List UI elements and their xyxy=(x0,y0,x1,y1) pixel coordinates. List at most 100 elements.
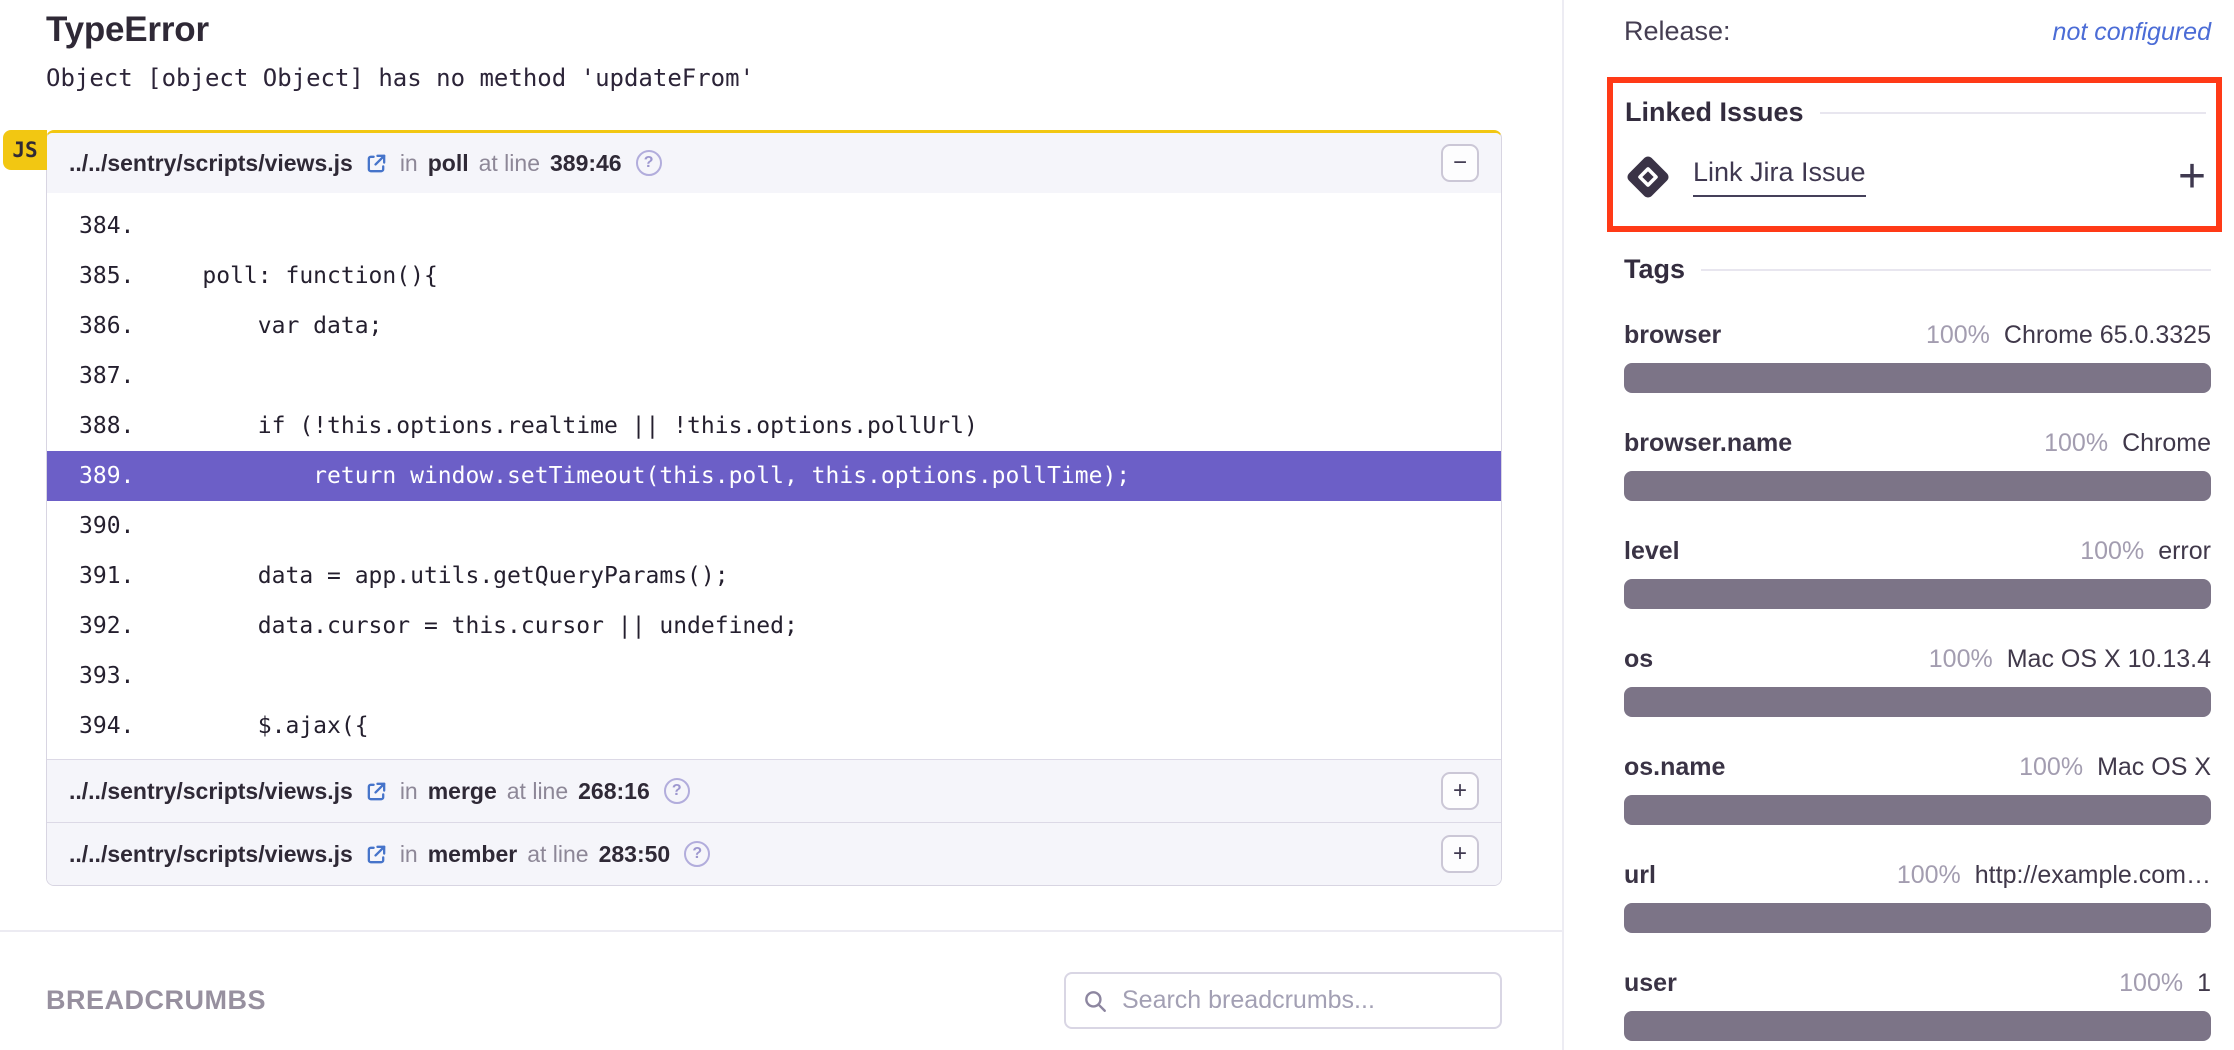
frame-lineno: 268:16 xyxy=(578,778,650,805)
linked-issues-header: Linked Issues xyxy=(1625,97,2206,128)
tag-row-os: os 100%Mac OS X 10.13.4 xyxy=(1624,645,2211,717)
frame-function: merge xyxy=(428,778,497,805)
line-number: 391. xyxy=(47,563,147,589)
tag-distribution-bar xyxy=(1624,471,2211,501)
expand-frame-button[interactable]: + xyxy=(1441,772,1479,810)
search-input[interactable] xyxy=(1120,985,1484,1016)
tag-percent: 100% xyxy=(2119,969,2183,998)
link-jira-issue-link[interactable]: Link Jira Issue xyxy=(1693,157,1866,197)
tag-key: level xyxy=(1624,537,1680,566)
tag-percent: 100% xyxy=(2044,429,2108,458)
tag-percent: 100% xyxy=(2019,753,2083,782)
frame-in-label: in xyxy=(400,778,418,805)
expand-frame-button[interactable]: + xyxy=(1441,835,1479,873)
frame-filename: ../../sentry/scripts/views.js xyxy=(69,778,353,805)
frame-function: member xyxy=(428,841,517,868)
tag-key: url xyxy=(1624,861,1656,890)
stacktrace-box: JS ../../sentry/scripts/views.js in poll… xyxy=(46,130,1502,886)
section-divider xyxy=(0,930,1562,932)
line-number: 390. xyxy=(47,513,147,539)
tag-key: os xyxy=(1624,645,1653,674)
tag-value: Chrome 65.0.3325 xyxy=(2004,321,2211,350)
platform-js-badge: JS xyxy=(3,130,47,170)
release-not-configured-link[interactable]: not configured xyxy=(2053,18,2211,47)
section-rule xyxy=(1701,269,2211,271)
tag-distribution-bar xyxy=(1624,903,2211,933)
line-number: 387. xyxy=(47,363,147,389)
tag-distribution-bar xyxy=(1624,687,2211,717)
tag-key: browser xyxy=(1624,321,1721,350)
annotation-highlight-box: Linked Issues Link Jira Issue + xyxy=(1607,77,2222,232)
frame-function: poll xyxy=(428,150,469,177)
help-icon[interactable]: ? xyxy=(664,778,690,804)
help-icon[interactable]: ? xyxy=(684,841,710,867)
frame-header-poll[interactable]: ../../sentry/scripts/views.js in poll at… xyxy=(47,133,1501,193)
code-line: 384. xyxy=(47,201,1501,251)
line-number: 384. xyxy=(47,213,147,239)
line-number: 388. xyxy=(47,413,147,439)
external-link-icon[interactable] xyxy=(365,152,388,175)
tag-value: error xyxy=(2158,537,2211,566)
search-icon xyxy=(1082,988,1108,1014)
section-rule xyxy=(1820,112,2206,114)
jira-icon xyxy=(1625,154,1671,200)
breadcrumbs-title: BREADCRUMBS xyxy=(46,985,266,1016)
tag-distribution-bar xyxy=(1624,1011,2211,1041)
breadcrumbs-search[interactable] xyxy=(1064,972,1502,1029)
tag-distribution-bar xyxy=(1624,795,2211,825)
tag-row-url: url 100% http://example.com… xyxy=(1624,861,2211,933)
tag-distribution-bar xyxy=(1624,579,2211,609)
line-number: 394. xyxy=(47,713,147,739)
code-text: return window.setTimeout(this.poll, this… xyxy=(147,463,1130,489)
tag-distribution-bar xyxy=(1624,363,2211,393)
line-number: 389. xyxy=(47,463,147,489)
code-text: poll: function(){ xyxy=(147,263,438,289)
frame-header-member[interactable]: ../../sentry/scripts/views.js in member … xyxy=(47,822,1501,885)
tag-percent: 100% xyxy=(1897,861,1961,890)
frame-atline-label: at line xyxy=(507,778,568,805)
code-line: 390. xyxy=(47,501,1501,551)
external-link-icon[interactable] xyxy=(365,843,388,866)
tag-row-browser-name: browser.name 100%Chrome xyxy=(1624,429,2211,501)
tag-key: user xyxy=(1624,969,1677,998)
frame-lineno: 389:46 xyxy=(550,150,622,177)
code-line: 385. poll: function(){ xyxy=(47,251,1501,301)
frame-atline-label: at line xyxy=(527,841,588,868)
frame-atline-label: at line xyxy=(479,150,540,177)
code-text: var data; xyxy=(147,313,382,339)
frame-in-label: in xyxy=(400,841,418,868)
tags-title: Tags xyxy=(1624,254,1685,285)
tag-value: http://example.com… xyxy=(1975,861,2211,890)
line-number: 386. xyxy=(47,313,147,339)
release-label: Release: xyxy=(1624,16,1731,47)
link-jira-issue-row: Link Jira Issue + xyxy=(1625,154,2206,200)
exception-message: Object [object Object] has no method 'up… xyxy=(46,62,1502,94)
frame-header-merge[interactable]: ../../sentry/scripts/views.js in merge a… xyxy=(47,759,1501,822)
tags-section: Tags browser 100% Chrome 65.0.3325 browse… xyxy=(1624,254,2211,1041)
source-context: 384. 385. poll: function(){ 386. var dat… xyxy=(47,193,1501,759)
frame-in-label: in xyxy=(400,150,418,177)
tag-row-level: level 100%error xyxy=(1624,537,2211,609)
code-text: if (!this.options.realtime || !this.opti… xyxy=(147,413,978,439)
frame-lineno: 283:50 xyxy=(599,841,671,868)
code-line: 391. data = app.utils.getQueryParams(); xyxy=(47,551,1501,601)
linked-issues-title: Linked Issues xyxy=(1625,97,1804,128)
collapse-frame-button[interactable]: − xyxy=(1441,144,1479,182)
tag-value: Mac OS X 10.13.4 xyxy=(2007,645,2211,674)
tag-row-user: user 100%1 xyxy=(1624,969,2211,1041)
line-number: 392. xyxy=(47,613,147,639)
frame-filename: ../../sentry/scripts/views.js xyxy=(69,841,353,868)
tag-value: Mac OS X xyxy=(2097,753,2211,782)
release-row: Release: not configured xyxy=(1624,16,2211,47)
help-icon[interactable]: ? xyxy=(636,150,662,176)
line-number: 393. xyxy=(47,663,147,689)
tag-row-browser: browser 100% Chrome 65.0.3325 xyxy=(1624,321,2211,393)
tag-percent: 100% xyxy=(1926,321,1990,350)
tags-header: Tags xyxy=(1624,254,2211,285)
external-link-icon[interactable] xyxy=(365,780,388,803)
add-linked-issue-button[interactable]: + xyxy=(2178,158,2206,196)
code-line: 392. data.cursor = this.cursor || undefi… xyxy=(47,601,1501,651)
tag-row-os-name: os.name 100%Mac OS X xyxy=(1624,753,2211,825)
frame-filename: ../../sentry/scripts/views.js xyxy=(69,150,353,177)
code-line: 394. $.ajax({ xyxy=(47,701,1501,751)
